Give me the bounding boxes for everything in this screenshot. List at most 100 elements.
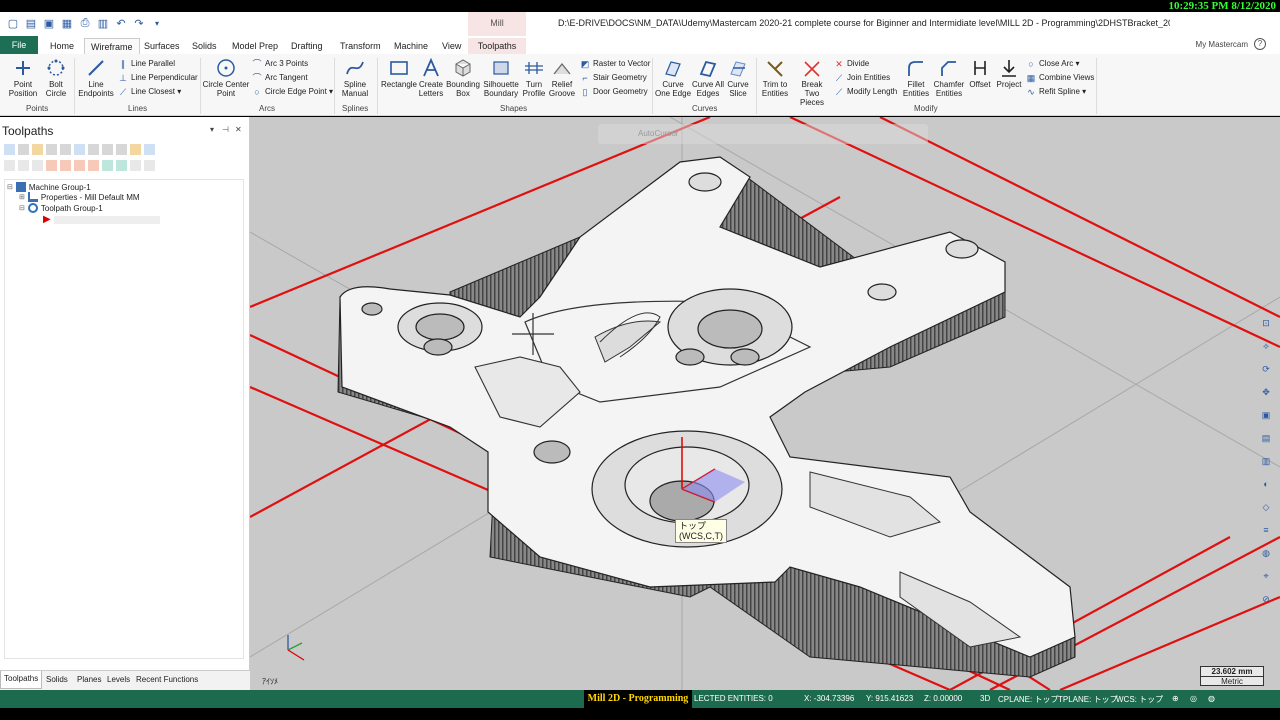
tree-node-toolpath-group[interactable]: ⊟ Toolpath Group-1 [19, 203, 103, 213]
raster-to-vector-button[interactable]: ◩ Raster to Vector [580, 57, 651, 71]
stair-geometry-button[interactable]: ⌐ Stair Geometry [580, 71, 646, 85]
highfeed-icon[interactable] [116, 144, 127, 155]
combine-views-button[interactable]: ▦ Combine Views [1026, 71, 1095, 85]
redo-icon[interactable]: ↷ [132, 16, 146, 30]
side-view-icon[interactable]: ▥ [1260, 455, 1272, 467]
regen-dirty-icon[interactable] [46, 144, 57, 155]
y-coordinate[interactable]: Y: 915.41623 [866, 694, 913, 703]
collapse-icon[interactable]: ⊟ [19, 204, 25, 212]
move-down-icon[interactable] [46, 160, 57, 171]
curve-all-edges-button[interactable]: Curve All Edges [692, 58, 724, 98]
clear-color-icon[interactable]: ◍ [1260, 547, 1272, 559]
wireframe-status-icon[interactable]: ◍ [1208, 694, 1215, 703]
cplane-selector[interactable]: CPLANE: トップ [998, 694, 1058, 705]
dimension-toggle[interactable]: 3D [980, 694, 990, 703]
qat-dropdown-icon[interactable]: ▾ [150, 16, 164, 30]
open-icon[interactable]: ▤ [24, 16, 38, 30]
scroll-icon[interactable] [102, 160, 113, 171]
join-entities-button[interactable]: ⟋ Join Entities [834, 71, 890, 85]
door-geometry-button[interactable]: ▯ Door Geometry [580, 85, 648, 99]
tab-model-prep[interactable]: Model Prep [226, 38, 284, 54]
bracket-part[interactable] [337, 156, 1076, 678]
folder-icon[interactable]: ▦ [60, 16, 74, 30]
front-view-icon[interactable]: ▤ [1260, 432, 1272, 444]
insert-below-icon[interactable] [88, 160, 99, 171]
modify-length-button[interactable]: ⟋ Modify Length [834, 85, 897, 99]
spline-manual-button[interactable]: Spline Manual [338, 58, 372, 98]
z-coordinate[interactable]: Z: 0.00000 [924, 694, 962, 703]
chamfer-entities-button[interactable]: Chamfer Entities [932, 58, 966, 98]
fillet-entities-button[interactable]: Fillet Entities [900, 58, 932, 98]
help-panel-icon[interactable] [144, 144, 155, 155]
shading-icon[interactable]: ◐ [1260, 478, 1272, 490]
bolt-circle-button[interactable]: Bolt Circle [42, 58, 70, 98]
select-all-icon[interactable] [4, 144, 15, 155]
print-icon[interactable]: ⎙ [78, 16, 92, 30]
graphics-viewport[interactable]: AutoCursor ⊡ ⟡ ⟳ ✥ ▣ ▤ ▥ ◐ ◇ ≡ ◍ ⌖ ⊘ [250, 117, 1280, 690]
curve-slice-button[interactable]: Curve Slice [724, 58, 752, 98]
silhouette-boundary-button[interactable]: Silhouette Boundary [482, 58, 520, 98]
top-view-icon[interactable]: ▣ [1260, 409, 1272, 421]
toggle-posting-icon[interactable] [32, 160, 43, 171]
regen-icon[interactable] [32, 144, 43, 155]
tab-recent-functions[interactable]: Recent Functions [136, 675, 198, 684]
tab-machine[interactable]: Machine [388, 38, 434, 54]
undo-icon[interactable]: ↶ [114, 16, 128, 30]
display-tool-icon[interactable] [144, 160, 155, 171]
tab-file[interactable]: File [0, 36, 38, 54]
zoom-fit-icon[interactable]: ⊡ [1260, 317, 1272, 329]
insert-arrow-icon[interactable] [74, 160, 85, 171]
panel-close-icon[interactable]: ✕ [235, 125, 242, 134]
tab-wireframe[interactable]: Wireframe [84, 38, 140, 54]
tree-node-properties[interactable]: ⊞ Properties - Mill Default MM [19, 192, 140, 202]
post-icon[interactable] [102, 144, 113, 155]
point-position-button[interactable]: Point Position [4, 58, 42, 98]
arc-3-points-button[interactable]: ⌒ Arc 3 Points [252, 57, 308, 71]
expand-icon[interactable]: ⊞ [19, 193, 25, 201]
tab-home[interactable]: Home [44, 38, 80, 54]
verify-icon[interactable] [74, 144, 85, 155]
tab-levels-manager[interactable]: Levels [107, 675, 130, 684]
project-button[interactable]: Project [994, 58, 1024, 89]
analyze-icon[interactable]: ⌖ [1260, 570, 1272, 582]
select-failed-icon[interactable] [18, 144, 29, 155]
tab-surfaces[interactable]: Surfaces [138, 38, 186, 54]
offset-button[interactable]: Offset [966, 58, 994, 89]
toggle-display-icon[interactable] [18, 160, 29, 171]
refit-spline-button[interactable]: ∿ Refit Spline ▾ [1026, 85, 1086, 99]
create-letters-button[interactable]: Create Letters [418, 58, 444, 98]
tab-toolpaths-manager[interactable]: Toolpaths [0, 671, 43, 689]
tplane-selector[interactable]: TPLANE: トップ [1058, 694, 1118, 705]
tab-planes-manager[interactable]: Planes [77, 675, 101, 684]
simulate-icon[interactable] [88, 144, 99, 155]
curve-one-edge-button[interactable]: Curve One Edge [654, 58, 692, 98]
relief-groove-button[interactable]: Relief Groove [548, 58, 576, 98]
preview-icon[interactable]: ▥ [96, 16, 110, 30]
pan-icon[interactable]: ✥ [1260, 386, 1272, 398]
display-toolpath-icon[interactable] [130, 160, 141, 171]
shading-status-icon[interactable]: ◎ [1190, 694, 1197, 703]
lock-icon[interactable] [4, 160, 15, 171]
bounding-box-button[interactable]: Bounding Box [446, 58, 480, 98]
part-model-canvas[interactable] [250, 117, 1280, 690]
rotate-icon[interactable]: ⟳ [1260, 363, 1272, 375]
tab-transform[interactable]: Transform [334, 38, 387, 54]
tab-drafting[interactable]: Drafting [285, 38, 329, 54]
single-display-icon[interactable] [116, 160, 127, 171]
close-arc-button[interactable]: ○ Close Arc ▾ [1026, 57, 1079, 71]
my-mastercam-link[interactable]: My Mastercam [1196, 40, 1248, 49]
move-up-icon[interactable] [60, 160, 71, 171]
tree-node-machine-group[interactable]: ⊟ Machine Group-1 [7, 182, 91, 192]
level-icon[interactable]: ≡ [1260, 524, 1272, 536]
isometric-icon[interactable]: ⟡ [1260, 340, 1272, 352]
x-coordinate[interactable]: X: -304.73396 [804, 694, 854, 703]
save-icon[interactable]: ▣ [42, 16, 56, 30]
delete-entity-icon[interactable]: ⊘ [1260, 593, 1272, 605]
line-endpoints-button[interactable]: Line Endpoints [78, 58, 114, 98]
tab-solids-manager[interactable]: Solids [46, 675, 68, 684]
break-two-pieces-button[interactable]: Break Two Pieces [794, 58, 830, 107]
help-icon[interactable]: ? [1254, 38, 1266, 50]
new-file-icon[interactable]: ▢ [6, 16, 20, 30]
rectangle-button[interactable]: Rectangle [380, 58, 418, 89]
grid-icon[interactable]: ⊕ [1172, 694, 1179, 703]
